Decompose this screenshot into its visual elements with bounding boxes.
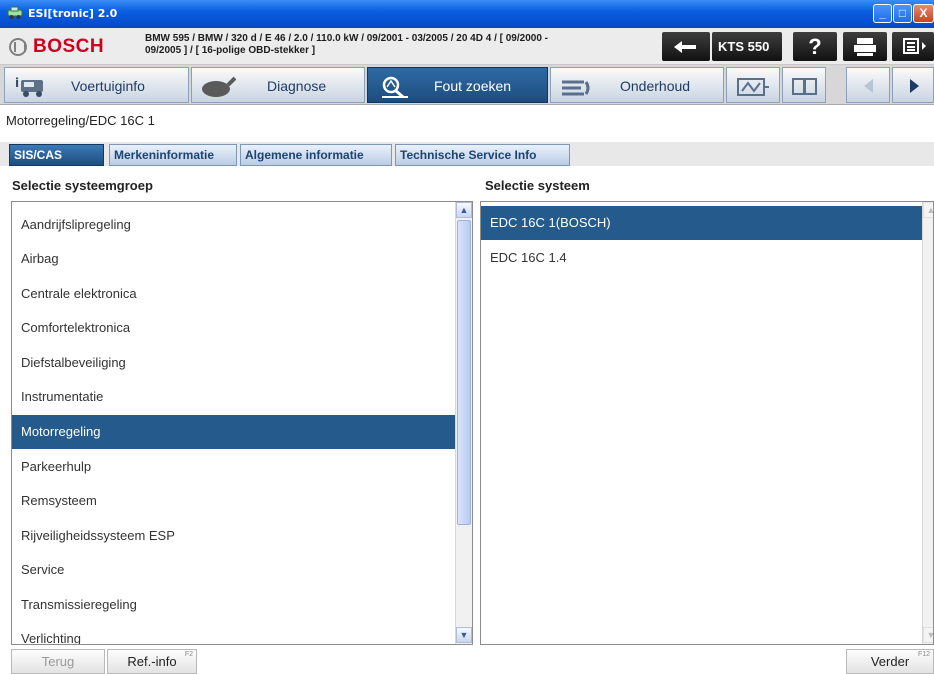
- tab-voertuiginfo[interactable]: i Voertuiginfo: [4, 67, 189, 103]
- component-tester-icon: [737, 78, 769, 96]
- list-item[interactable]: Instrumentatie: [12, 380, 455, 414]
- vehicle-description: BMW 595 / BMW / 320 d / E 46 / 2.0 / 110…: [145, 33, 625, 57]
- nav-previous-button[interactable]: [846, 67, 890, 103]
- vehicle-line-2: 09/2005 ] / [ 16-polige OBD-stekker ]: [145, 45, 316, 56]
- svg-text:i: i: [15, 76, 19, 90]
- next-button[interactable]: Verder F12: [846, 649, 934, 674]
- list-item[interactable]: Service: [12, 553, 455, 587]
- ref-info-button[interactable]: Ref.-info F2: [107, 649, 197, 674]
- device-selector[interactable]: KTS 550: [712, 32, 782, 61]
- scroll-down-icon[interactable]: ▼: [456, 627, 472, 643]
- list-item[interactable]: Verlichting: [12, 622, 455, 644]
- list-item[interactable]: Aandrijfslipregeling: [12, 208, 455, 242]
- list-item[interactable]: Parkeerhulp: [12, 450, 455, 484]
- return-arrow-icon: [674, 41, 696, 53]
- list-item[interactable]: Airbag: [12, 242, 455, 276]
- maximize-button[interactable]: □: [893, 4, 912, 23]
- next-button-label: Verder: [870, 654, 910, 669]
- tab-manual[interactable]: [782, 67, 826, 103]
- tab-diagnose[interactable]: Diagnose: [191, 67, 365, 103]
- window-title: ESI[tronic] 2.0: [28, 7, 118, 20]
- printer-icon: [854, 38, 876, 56]
- help-button[interactable]: ?: [793, 32, 837, 61]
- scroll-down-icon[interactable]: ▼: [923, 627, 933, 643]
- menu-button[interactable]: [892, 32, 934, 61]
- tab-technische-service-info[interactable]: Technische Service Info: [395, 144, 570, 166]
- book-icon: [792, 78, 817, 95]
- diagnosis-plug-icon: [202, 76, 236, 97]
- arrow-left-icon: [864, 79, 873, 93]
- left-list-scrollbar[interactable]: ▲ ▼: [455, 202, 472, 644]
- system-group-list[interactable]: Aandrijfslipregeling Airbag Centrale ele…: [11, 201, 473, 645]
- device-label: KTS 550: [718, 39, 770, 54]
- troubleshooting-icon: [382, 76, 408, 99]
- breadcrumb: Motorregeling/EDC 16C 1: [6, 113, 155, 128]
- app-header: BOSCH BMW 595 / BMW / 320 d / E 46 / 2.0…: [0, 28, 934, 65]
- list-item-selected[interactable]: EDC 16C 1(BOSCH): [481, 206, 922, 240]
- list-item[interactable]: Diefstalbeveiliging: [12, 346, 455, 380]
- scroll-up-icon[interactable]: ▲: [456, 202, 472, 218]
- close-button[interactable]: X: [913, 4, 934, 23]
- list-item[interactable]: Rijveiligheidssysteem ESP: [12, 519, 455, 553]
- system-heading: Selectie systeem: [485, 178, 590, 193]
- minimize-button[interactable]: _: [873, 4, 892, 23]
- tab-voertuiginfo-label: Voertuiginfo: [71, 78, 145, 94]
- ref-info-shortcut: F2: [184, 651, 193, 658]
- tab-merkeninformatie[interactable]: Merkeninformatie: [109, 144, 237, 166]
- scroll-up-icon[interactable]: ▲: [923, 202, 933, 218]
- print-button[interactable]: [843, 32, 887, 61]
- next-shortcut: F12: [917, 651, 930, 658]
- nav-next-button[interactable]: [892, 67, 934, 103]
- list-item[interactable]: Transmissieregeling: [12, 588, 455, 622]
- tab-onderhoud-label: Onderhoud: [620, 78, 691, 94]
- list-item[interactable]: Comfortelektronica: [12, 311, 455, 345]
- ref-info-label: Ref.-info: [127, 654, 177, 669]
- list-item[interactable]: Remsysteem: [12, 484, 455, 518]
- system-group-heading: Selectie systeemgroep: [12, 178, 153, 193]
- tab-sis-cas[interactable]: SIS/CAS: [9, 144, 104, 166]
- back-button[interactable]: Terug: [11, 649, 105, 674]
- tab-onderhoud[interactable]: Onderhoud: [550, 67, 724, 103]
- bosch-logo-icon: [9, 38, 27, 56]
- main-navigation: i Voertuiginfo Diagnose Fout zoeken Onde: [0, 65, 934, 105]
- brand-name: BOSCH: [33, 36, 105, 57]
- app-icon: [7, 6, 23, 20]
- vehicle-info-icon: i: [15, 76, 43, 97]
- tab-component-tester[interactable]: [726, 67, 780, 103]
- arrow-right-icon: [910, 79, 919, 93]
- scroll-thumb[interactable]: [457, 220, 471, 525]
- tab-diagnose-label: Diagnose: [267, 78, 327, 94]
- info-tab-bar: SIS/CAS Merkeninformatie Algemene inform…: [0, 142, 934, 166]
- back-button-label: Terug: [41, 654, 75, 669]
- vehicle-line-1: BMW 595 / BMW / 320 d / E 46 / 2.0 / 110…: [145, 33, 548, 44]
- right-list-scrollbar[interactable]: ▲ ▼: [922, 202, 933, 644]
- tab-fout-zoeken[interactable]: Fout zoeken: [367, 67, 548, 103]
- return-button[interactable]: [662, 32, 710, 61]
- list-item[interactable]: EDC 16C 1.4: [481, 241, 922, 275]
- window-title-bar[interactable]: ESI[tronic] 2.0 _ □ X: [0, 0, 934, 28]
- tab-algemene-informatie[interactable]: Algemene informatie: [240, 144, 392, 166]
- list-item-selected[interactable]: Motorregeling: [12, 415, 455, 449]
- maintenance-icon: [562, 80, 590, 96]
- list-menu-icon: [903, 38, 926, 54]
- list-item[interactable]: Centrale elektronica: [12, 277, 455, 311]
- tab-fout-zoeken-label: Fout zoeken: [434, 78, 512, 94]
- system-list[interactable]: EDC 16C 1(BOSCH) EDC 16C 1.4 ▲ ▼: [480, 201, 934, 645]
